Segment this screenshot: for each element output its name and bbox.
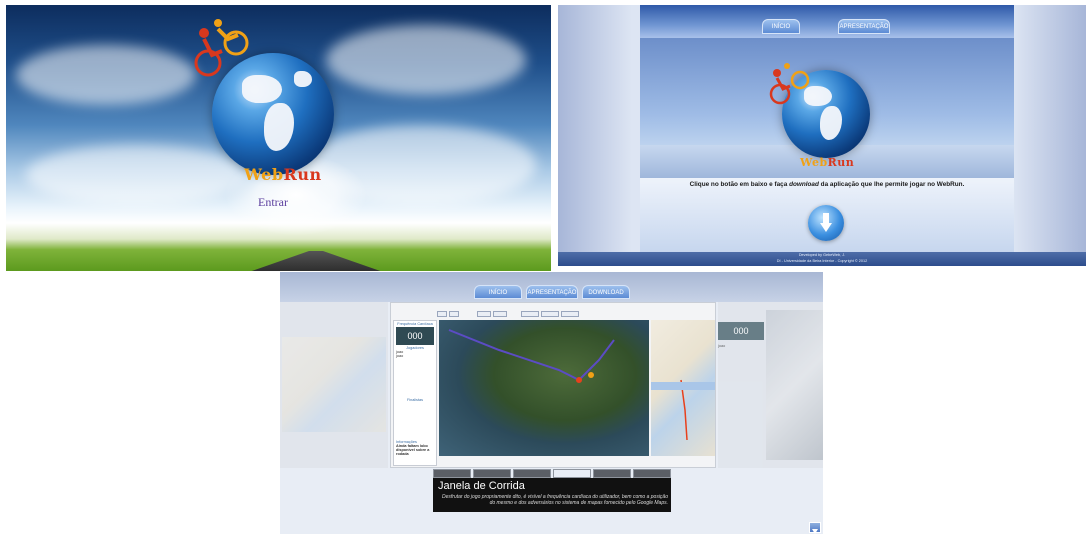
cloud (16, 45, 196, 105)
tab-inicio[interactable]: INÍCIO (474, 285, 522, 299)
download-arrow-icon (812, 529, 818, 534)
thumbnail-selected[interactable] (553, 469, 591, 478)
toolbar-button[interactable] (521, 311, 539, 317)
download-page: INÍCIO APRESENTAÇÃO WebRun Clique no bot… (558, 5, 1086, 266)
player-name: joao (718, 344, 726, 348)
app-sidebar: Frequência Cardíaca 000 Jogadores joao j… (393, 320, 437, 466)
route-line (651, 379, 715, 441)
thumbnail[interactable] (593, 469, 631, 478)
toolbar-button[interactable] (561, 311, 579, 317)
tab-apresentacao[interactable]: APRESENTAÇÃO (838, 19, 890, 34)
tab-download[interactable]: DOWNLOAD (582, 285, 630, 299)
road-map[interactable] (651, 320, 715, 456)
tab-apresentacao[interactable]: APRESENTAÇÃO (526, 285, 578, 299)
road (246, 251, 386, 271)
heart-rate-value: 000 (407, 331, 423, 341)
webrun-logo: WebRun (244, 165, 322, 184)
background-window-left (280, 302, 388, 468)
info-text: Ainda faltam lobo disponível sobre a rod… (396, 444, 430, 456)
cyclist-icon (769, 63, 810, 105)
satellite-map[interactable] (439, 320, 649, 456)
toolbar-button[interactable] (449, 311, 459, 317)
enter-link[interactable]: Entrar (258, 195, 298, 210)
download-arrow-icon (820, 213, 832, 232)
heart-rate-label: Frequência Cardíaca (397, 322, 433, 326)
download-message: Clique no botão em baixo e faça download… (689, 181, 965, 188)
finished-label: Finalistas (406, 398, 424, 402)
toolbar-button[interactable] (477, 311, 491, 317)
heart-monitor: 000 (718, 322, 764, 340)
background-window-right: 000 joao (718, 302, 823, 468)
presentation-page: INÍCIO APRESENTAÇÃO DOWNLOAD 000 joao Fr… (280, 272, 823, 534)
page-frame: INÍCIO APRESENTAÇÃO WebRun Clique no bot… (640, 5, 1014, 253)
route-line (448, 329, 615, 383)
slide-caption: Janela de Corrida Desfrutar do jogo prop… (433, 478, 671, 512)
thumbnail[interactable] (513, 469, 551, 478)
heart-rate-value: 000 (733, 326, 749, 336)
header-bar (640, 5, 1014, 38)
player-name: joao (396, 354, 404, 358)
toolbar-button[interactable] (541, 311, 559, 317)
heart-monitor: 000 (396, 327, 434, 345)
cloud (26, 145, 246, 205)
page-footer: Developed by GebeWeb, J. DI - Universida… (558, 252, 1086, 266)
toolbar-button[interactable] (493, 311, 507, 317)
toolbar-button[interactable] (437, 311, 447, 317)
thumbnail[interactable] (433, 469, 471, 478)
cyclist-icon (194, 19, 249, 77)
footer-copyright: DI - Universidade da Beira Interior - Co… (776, 258, 868, 263)
thumbnail[interactable] (633, 469, 671, 478)
caption-text: Desfrutar do jogo propriamente dito, é v… (442, 494, 668, 506)
tab-inicio[interactable]: INÍCIO (762, 19, 800, 34)
download-button[interactable] (808, 205, 844, 241)
thumbnail[interactable] (473, 469, 511, 478)
caption-title: Janela de Corrida (438, 480, 525, 492)
download-icon[interactable] (809, 522, 821, 534)
landing-screen: WebRun Entrar (6, 5, 551, 271)
cloud (326, 25, 526, 95)
app-screenshot: Frequência Cardíaca 000 Jogadores joao j… (390, 302, 716, 468)
webrun-logo: WebRun (800, 156, 855, 169)
